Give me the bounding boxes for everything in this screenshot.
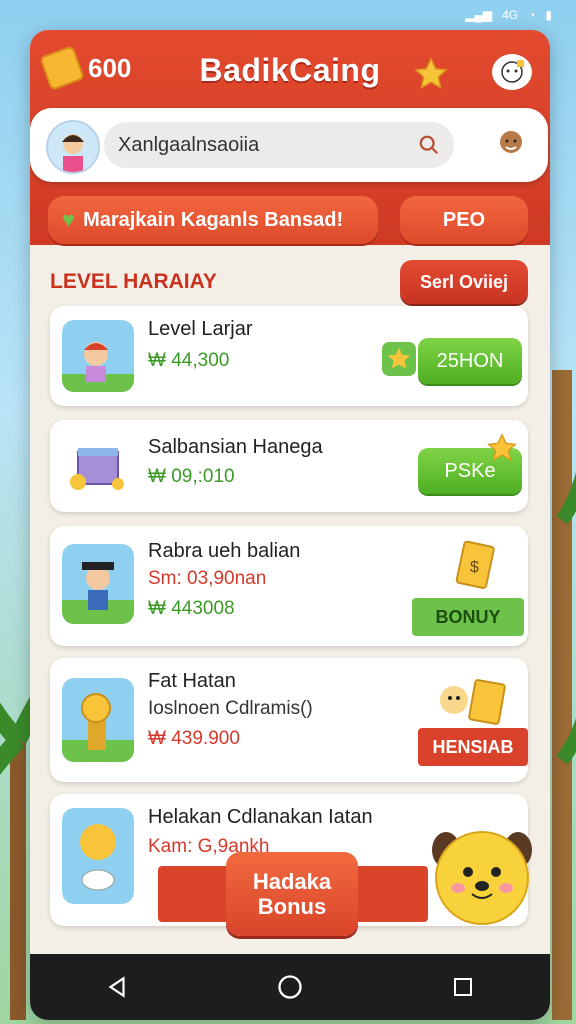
cat-money-icon <box>440 679 506 725</box>
card-value: ₩ 44,300 <box>148 350 230 371</box>
treasure-box-icon <box>70 448 124 490</box>
promo-message: Marajkain Kaganls Bansad! <box>83 208 344 231</box>
bonus-button[interactable]: Hadaka Bonus <box>226 852 358 936</box>
boy-thumbnail-icon <box>62 320 134 392</box>
card-title: Level Larjar <box>148 318 253 340</box>
chat-icon[interactable] <box>492 54 532 90</box>
profile-avatar[interactable] <box>488 122 534 168</box>
status-bar: ▂▄▆ 4G ◔ ▮ <box>0 0 576 30</box>
back-triangle-icon <box>108 976 125 998</box>
palm-tree-right <box>552 370 576 1020</box>
card-title: Helakan Cdlanakan Iatan <box>148 806 373 828</box>
list-item[interactable]: Fat Hatan Ioslnoen Cdlramis() ₩ 439.900 … <box>50 658 528 782</box>
home-circle-icon <box>278 975 302 999</box>
system-nav-bar <box>30 954 550 1020</box>
card-meta: Ioslnoen Cdlramis() <box>148 698 313 719</box>
user-avatar[interactable] <box>46 120 100 174</box>
app-header: 600 BadikCaing Xanlgaalnsaoiia ♥ Marajka… <box>30 30 550 245</box>
card-title: Fat Hatan <box>148 670 236 692</box>
heart-icon: ♥ <box>62 207 76 232</box>
card-value: ₩ 09,:010 <box>148 466 235 487</box>
list-item[interactable]: Level Larjar ₩ 44,300 25HON <box>50 306 528 406</box>
trophy-thumbnail-icon <box>62 678 134 762</box>
search-icon[interactable] <box>418 134 440 156</box>
bonus-badge[interactable]: BONUY <box>412 598 524 636</box>
section-title: LEVEL HARAIAY <box>50 270 217 293</box>
search-card: Xanlgaalnsaoiia <box>30 108 548 182</box>
star-icon <box>487 433 517 462</box>
card-title: Rabra ueh balian <box>148 540 301 562</box>
money-stack-icon: $ <box>455 540 495 589</box>
back-button[interactable] <box>87 957 147 1017</box>
list-item[interactable]: Salbansian Hanega ₩ 09,:010 PSKe <box>50 420 528 512</box>
dog-mascot-icon[interactable] <box>430 820 534 928</box>
home-button[interactable] <box>260 957 320 1017</box>
card-action-button[interactable]: 25HON <box>418 338 522 384</box>
search-placeholder: Xanlgaalnsaoiia <box>118 133 260 156</box>
cowboy-thumbnail-icon <box>62 544 134 624</box>
star-icon[interactable] <box>413 56 449 92</box>
signal-icon: ▂▄▆ <box>465 8 493 22</box>
section-button[interactable]: Serl Oviiej <box>400 260 528 304</box>
app-title: BadikCaing <box>199 52 381 88</box>
bonus-line2: Bonus <box>257 894 327 919</box>
promo-button[interactable]: PEO <box>400 196 528 244</box>
rocket-cat-icon <box>62 808 134 904</box>
search-input[interactable]: Xanlgaalnsaoiia <box>104 122 454 168</box>
man-avatar-icon <box>500 131 522 168</box>
star-badge-icon <box>382 342 416 376</box>
girl-avatar-icon <box>62 134 84 172</box>
card-meta: Sm: 03,90nan <box>148 568 267 589</box>
recent-square-icon <box>454 978 473 996</box>
promo-banner[interactable]: ♥ Marajkain Kaganls Bansad! <box>48 196 378 244</box>
mascot-face-icon <box>501 60 524 83</box>
network-label: 4G <box>502 8 519 22</box>
card-value: ₩ 443008 <box>148 598 235 619</box>
card-value: ₩ 439.900 <box>148 728 240 749</box>
recent-apps-button[interactable] <box>433 957 493 1017</box>
svg-text:$: $ <box>470 559 479 576</box>
list-item[interactable]: Rabra ueh balian Sm: 03,90nan ₩ 443008 $… <box>50 526 528 646</box>
bonus-line1: Hadaka <box>252 868 332 894</box>
wifi-icon: ◔ <box>528 8 536 22</box>
app-frame: 600 BadikCaing Xanlgaalnsaoiia ♥ Marajka… <box>30 30 550 1020</box>
bonus-badge[interactable]: HENSIAB <box>418 728 528 766</box>
card-title: Salbansian Hanega <box>148 436 323 458</box>
battery-icon: ▮ <box>545 8 552 22</box>
